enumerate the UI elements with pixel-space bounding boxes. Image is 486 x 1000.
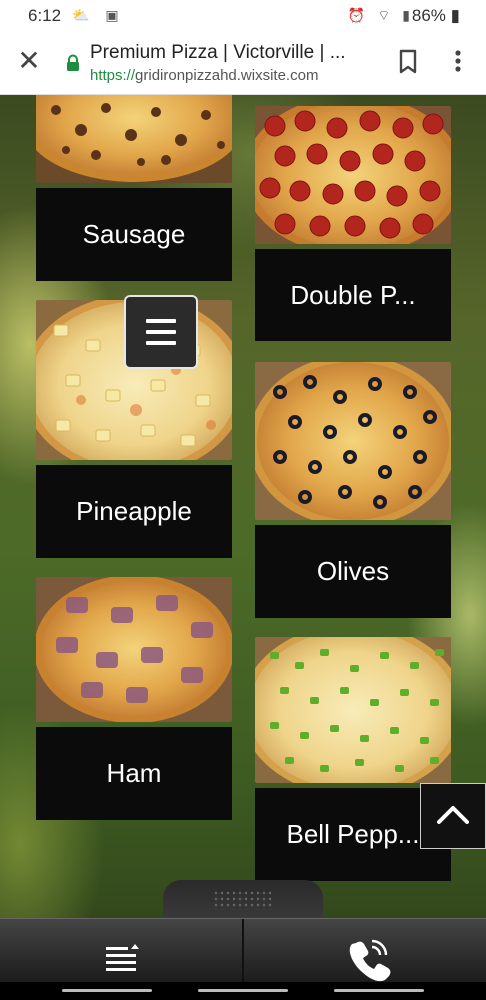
- card-label-ham: Ham: [36, 727, 232, 820]
- pizza-photo-pepperoni: [243, 95, 463, 255]
- menu-card-ham[interactable]: Ham: [34, 575, 234, 820]
- url-host: gridironpizzahd.wixsite.com: [135, 67, 319, 84]
- chevron-up-icon: [437, 806, 469, 824]
- card-label-pineapple: Pineapple: [36, 465, 232, 558]
- system-status-icons: ⏰ ⌔ ▮: [347, 7, 414, 23]
- hamburger-icon-bar: [146, 341, 176, 345]
- card-label-sausage: Sausage: [36, 188, 232, 281]
- menu-card-sausage[interactable]: Sausage: [22, 95, 246, 281]
- hamburger-icon-bar: [146, 330, 176, 334]
- lock-icon: [67, 54, 79, 71]
- menu-card-olives[interactable]: Olives: [249, 355, 457, 618]
- more-vert-icon[interactable]: [446, 46, 470, 76]
- url-scheme: https://: [90, 67, 136, 84]
- nav-home-gesture[interactable]: [198, 989, 288, 992]
- battery-indicator: 86% ▮: [411, 6, 460, 25]
- close-icon[interactable]: ✕: [14, 46, 44, 76]
- scroll-to-top-button[interactable]: [420, 783, 486, 849]
- card-label-olives: Olives: [255, 525, 451, 618]
- nav-recents-gesture[interactable]: [334, 989, 424, 992]
- page-title[interactable]: Premium Pizza | Victorville | ...: [90, 42, 346, 64]
- grip-icon: [213, 890, 273, 910]
- site-menu-button[interactable]: [124, 295, 198, 369]
- menu-card-double-pepperoni[interactable]: Double P...: [243, 95, 463, 341]
- card-label-double-pepperoni: Double P...: [255, 249, 451, 341]
- page-content: Sausage Double P... Pineapple Olives Ham…: [0, 95, 486, 1000]
- page-url[interactable]: https://gridironpizzahd.wixsite.com: [90, 67, 318, 84]
- bookmark-icon[interactable]: [396, 48, 420, 76]
- status-bar: 6:12 ⛅ ▣ ⏰ ⌔ ▮ 86% ▮: [0, 0, 486, 32]
- pizza-photo-bell-pepper: [241, 624, 465, 796]
- status-time: 6:12: [28, 6, 62, 25]
- hamburger-icon: [146, 319, 176, 323]
- notification-icons: ⛅ ▣: [72, 7, 125, 23]
- pizza-photo-ham: [34, 575, 234, 723]
- pizza-photo-olives: [249, 355, 457, 527]
- pizza-photo-sausage: [22, 95, 246, 183]
- system-navigation-bar: [0, 982, 486, 1000]
- toolbar-handle[interactable]: [163, 880, 323, 920]
- browser-toolbar: ✕ Premium Pizza | Victorville | ... http…: [0, 32, 486, 95]
- nav-back-gesture[interactable]: [62, 989, 152, 992]
